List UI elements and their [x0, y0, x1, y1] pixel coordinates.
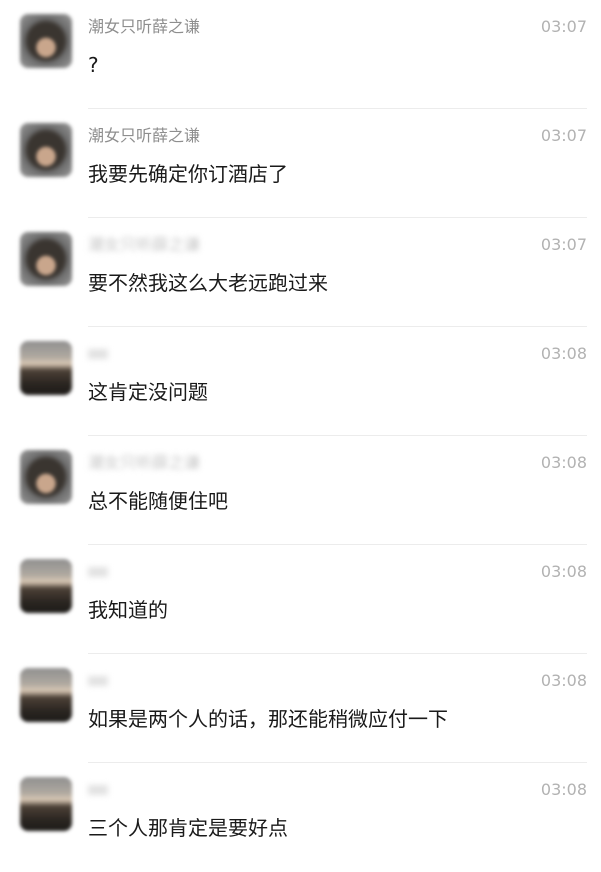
avatar[interactable]	[20, 123, 72, 177]
message-timestamp: 03:07	[540, 235, 587, 254]
sender-name: 潮女只听薛之谦	[88, 453, 201, 472]
chat-message[interactable]: 03:08 如果是两个人的话，那还能稍微应付一下	[0, 654, 601, 763]
sender-name	[88, 676, 108, 686]
message-text: 我知道的	[88, 598, 168, 622]
message-text: 如果是两个人的话，那还能稍微应付一下	[88, 707, 448, 731]
sender-name	[88, 349, 108, 359]
message-text: 要不然我这么大老远跑过来	[88, 271, 328, 295]
message-text: 这肯定没问题	[88, 380, 208, 404]
message-timestamp: 03:07	[540, 17, 587, 36]
avatar[interactable]	[20, 668, 72, 722]
message-text: 三个人那肯定是要好点	[88, 816, 288, 840]
message-timestamp: 03:08	[540, 453, 587, 472]
chat-message[interactable]: 03:08 三个人那肯定是要好点	[0, 763, 601, 872]
sender-name: 潮女只听薛之谦	[88, 17, 201, 36]
avatar[interactable]	[20, 14, 72, 68]
message-timestamp: 03:08	[540, 344, 587, 363]
message-timestamp: 03:08	[540, 671, 587, 690]
message-text: 总不能随便住吧	[88, 489, 228, 513]
chat-message[interactable]: 潮女只听薛之谦 03:07 要不然我这么大老远跑过来	[0, 218, 601, 327]
message-timestamp: 03:07	[540, 126, 587, 145]
avatar[interactable]	[20, 559, 72, 613]
chat-message-list: 潮女只听薛之谦 03:07? 潮女只听薛之谦 03:07 我要先确定你订酒店了 潮女只听薛…	[0, 0, 601, 852]
message-text: 我要先确定你订酒店了	[88, 162, 288, 186]
message-timestamp: 03:08	[540, 780, 587, 799]
avatar[interactable]	[20, 777, 72, 831]
sender-name: 潮女只听薛之谦	[88, 235, 201, 254]
message-timestamp: 03:08	[540, 562, 587, 581]
avatar[interactable]	[20, 450, 72, 504]
chat-message[interactable]: 03:08 这肯定没问题	[0, 327, 601, 436]
chat-message[interactable]: 潮女只听薛之谦 03:08 总不能随便住吧	[0, 436, 601, 545]
avatar[interactable]	[20, 341, 72, 395]
chat-message[interactable]: 潮女只听薛之谦 03:07?	[0, 0, 601, 109]
message-text: ?	[88, 53, 99, 77]
sender-name	[88, 785, 108, 795]
sender-name	[88, 567, 108, 577]
chat-message[interactable]: 03:08 我知道的	[0, 545, 601, 654]
chat-message[interactable]: 潮女只听薛之谦 03:07 我要先确定你订酒店了	[0, 109, 601, 218]
avatar[interactable]	[20, 232, 72, 286]
sender-name: 潮女只听薛之谦	[88, 126, 201, 145]
